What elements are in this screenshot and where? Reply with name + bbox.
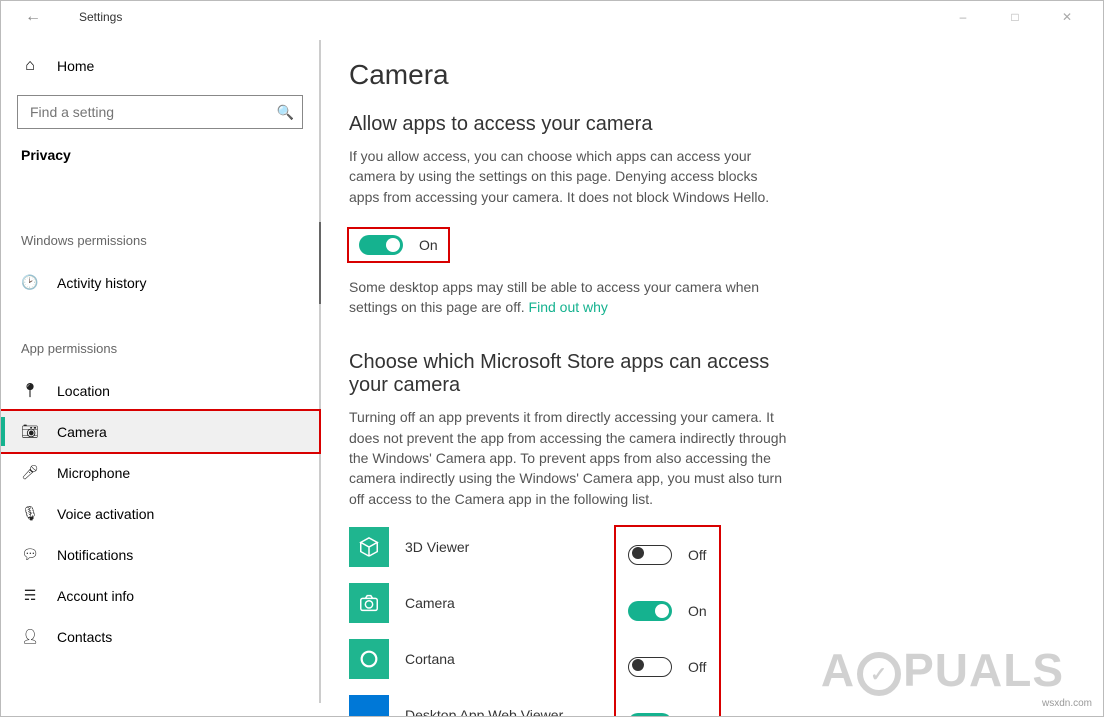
toggle-3d-viewer[interactable]: [628, 545, 672, 565]
home-label: Home: [57, 58, 94, 74]
toggle-state: On: [688, 715, 707, 716]
app-row-desktop-web-viewer: Desktop App Web Viewer: [349, 693, 610, 716]
cortana-icon: [349, 639, 389, 679]
app-row-3d-viewer: 3D Viewer: [349, 525, 610, 569]
cube-icon: [349, 527, 389, 567]
sidebar-item-voice-activation[interactable]: 🎙︎ Voice activation: [1, 493, 319, 534]
notifications-icon: 💬︎: [21, 546, 39, 563]
allow-note: Some desktop apps may still be able to a…: [349, 277, 789, 318]
sidebar-item-label: Contacts: [57, 629, 112, 645]
search-icon: 🔍: [277, 104, 294, 121]
sidebar-item-label: Location: [57, 383, 110, 399]
search-input-wrapper[interactable]: 🔍: [17, 95, 303, 129]
camera-icon: 📷︎: [21, 423, 39, 440]
allow-heading: Allow apps to access your camera: [349, 113, 789, 136]
app-row-camera: Camera: [349, 581, 610, 625]
allow-description: If you allow access, you can choose whic…: [349, 146, 789, 207]
history-icon: 🕑: [21, 274, 39, 291]
sidebar-item-account-info[interactable]: ☴ Account info: [1, 575, 319, 616]
pane-divider: [319, 40, 321, 703]
sidebar-item-label: Account info: [57, 588, 134, 604]
allow-toggle-container: On: [349, 229, 448, 261]
section-windows-permissions: Windows permissions: [1, 229, 319, 252]
allow-apps-toggle[interactable]: [359, 235, 403, 255]
blank-app-icon: [349, 695, 389, 716]
sidebar-item-location[interactable]: 📍︎ Location: [1, 370, 319, 411]
back-icon[interactable]: ←: [25, 8, 43, 26]
attribution-text: wsxdn.com: [1042, 698, 1092, 709]
toggle-camera-app[interactable]: [628, 601, 672, 621]
sidebar-item-label: Notifications: [57, 547, 133, 563]
camera-app-icon: [349, 583, 389, 623]
page-title: Camera: [349, 59, 1103, 91]
app-toggle-highlight-box: Off On Off On: [614, 525, 721, 716]
find-out-why-link[interactable]: Find out why: [529, 299, 608, 315]
app-list: 3D Viewer Camera Cortana: [349, 525, 1103, 716]
app-row-cortana: Cortana: [349, 637, 610, 681]
sidebar-item-contacts[interactable]: 👤︎ Contacts: [1, 616, 319, 657]
search-input[interactable]: [30, 104, 277, 120]
toggle-state: Off: [688, 659, 706, 675]
sidebar-item-label: Microphone: [57, 465, 130, 481]
titlebar: ← Settings – □ ✕: [1, 1, 1103, 33]
location-icon: 📍︎: [21, 382, 39, 399]
sidebar-item-notifications[interactable]: 💬︎ Notifications: [1, 534, 319, 575]
toggle-desktop-web-viewer[interactable]: [628, 713, 672, 716]
toggle-state: Off: [688, 547, 706, 563]
toggle-state: On: [688, 603, 707, 619]
sidebar: ⌂ Home 🔍 Privacy Windows permissions 🕑 A…: [1, 33, 319, 716]
minimize-button[interactable]: –: [943, 10, 983, 24]
category-label: Privacy: [1, 139, 319, 171]
content-pane: Camera Allow apps to access your camera …: [319, 33, 1103, 716]
sidebar-item-label: Voice activation: [57, 506, 154, 522]
toggle-cortana[interactable]: [628, 657, 672, 677]
app-name: Camera: [405, 595, 610, 611]
maximize-button[interactable]: □: [995, 10, 1035, 24]
window-title: Settings: [79, 10, 943, 24]
home-icon: ⌂: [21, 57, 39, 75]
sidebar-item-activity-history[interactable]: 🕑 Activity history: [1, 262, 319, 303]
app-name: Cortana: [405, 651, 610, 667]
allow-toggle-state: On: [419, 237, 438, 253]
voice-icon: 🎙︎: [21, 505, 39, 522]
app-name: 3D Viewer: [405, 539, 610, 555]
close-button[interactable]: ✕: [1047, 10, 1087, 24]
choose-description: Turning off an app prevents it from dire…: [349, 407, 789, 508]
app-name: Desktop App Web Viewer: [405, 707, 610, 716]
account-icon: ☴: [21, 587, 39, 604]
home-nav[interactable]: ⌂ Home: [1, 51, 319, 81]
sidebar-item-label: Camera: [57, 424, 107, 440]
choose-heading: Choose which Microsoft Store apps can ac…: [349, 351, 789, 397]
sidebar-item-camera[interactable]: 📷︎ Camera: [1, 411, 319, 452]
section-app-permissions: App permissions: [1, 337, 319, 360]
contacts-icon: 👤︎: [21, 628, 39, 645]
microphone-icon: 🎤︎: [21, 464, 39, 481]
sidebar-item-microphone[interactable]: 🎤︎ Microphone: [1, 452, 319, 493]
sidebar-item-label: Activity history: [57, 275, 146, 291]
